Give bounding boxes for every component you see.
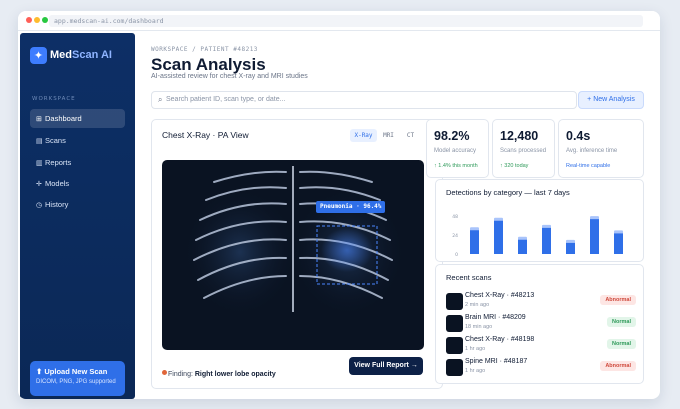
chart-bar[interactable]	[566, 242, 575, 254]
brand-name-part2: Scan AI	[72, 49, 112, 61]
maximize-dot[interactable]	[42, 17, 48, 23]
app-window: app.medscan-ai.com/dashboard ✦ MedScan A…	[18, 11, 660, 399]
chart-bar[interactable]	[542, 227, 551, 254]
nodes-icon: ✛	[36, 181, 42, 188]
browser-titlebar: app.medscan-ai.com/dashboard	[18, 11, 660, 31]
finding-text: Finding: Right lower lobe opacity	[162, 370, 276, 378]
sidebar-item-history[interactable]: ◷ History	[30, 195, 125, 214]
stat-card-scans: 12,480 Scans processed ↑ 320 today	[492, 119, 555, 178]
status-badge: Normal	[607, 339, 636, 349]
sidebar-item-dashboard[interactable]: ⊞ Dashboard	[30, 109, 125, 128]
chart-bar[interactable]	[590, 219, 599, 254]
status-badge: Abnormal	[600, 361, 636, 371]
scan-name: Spine MRI · #48187	[465, 358, 528, 365]
tab-xray[interactable]: X-Ray	[350, 129, 377, 142]
scan-name: Chest X-Ray · #48198	[465, 336, 535, 343]
search-icon: ⌕	[158, 95, 163, 104]
breadcrumb: WORKSPACE / PATIENT #48213	[151, 46, 258, 53]
sidebar-item-label: Reports	[45, 158, 72, 167]
logo-icon: ✦	[30, 47, 47, 64]
search-placeholder: Search patient ID, scan type, or date...	[166, 96, 286, 103]
finding-prefix: Finding:	[168, 371, 193, 378]
list-item[interactable]: Chest X-Ray · #48198 1 hr ago Normal	[446, 336, 636, 355]
page-subtitle: AI-assisted review for chest X-ray and M…	[151, 73, 308, 80]
recent-scans-title: Recent scans	[446, 273, 492, 282]
stat-delta: ↑ 1.4% this month	[434, 163, 478, 169]
stat-card-inference: 0.4s Avg. inference time Real-time capab…	[558, 119, 644, 178]
stat-delta: ↑ 320 today	[500, 163, 529, 169]
tab-mri[interactable]: MRI	[378, 129, 399, 142]
stat-label: Avg. inference time	[566, 148, 618, 154]
scan-name: Chest X-Ray · #48213	[465, 292, 535, 299]
y-tick-label: 24	[452, 233, 458, 239]
brand-name-part1: Med	[50, 49, 72, 61]
chart-bar[interactable]	[494, 220, 503, 254]
stat-value: 98.2%	[434, 129, 470, 143]
view-full-report-button[interactable]: View Full Report →	[349, 357, 423, 375]
stat-label: Scans processed	[500, 148, 547, 154]
detections-chart-card: Detections by category — last 7 days 48 2…	[435, 179, 644, 262]
y-tick-label: 48	[452, 214, 458, 220]
scan-time: 2 min ago	[465, 302, 490, 308]
url-bar[interactable]: app.medscan-ai.com/dashboard	[49, 15, 643, 27]
detection-label: Pneumonia · 96.4%	[316, 201, 386, 213]
sidebar-item-label: Dashboard	[45, 114, 82, 123]
status-badge: Abnormal	[600, 295, 636, 305]
finding-dot-icon	[162, 370, 167, 375]
status-badge: Normal	[607, 317, 636, 327]
document-icon: ▤	[36, 138, 43, 145]
xray-image[interactable]: Pneumonia · 96.4%	[162, 160, 424, 350]
finding-value: Right lower lobe opacity	[194, 371, 276, 378]
recent-scans-card: Recent scans Chest X-Ray · #48213 2 min …	[435, 264, 644, 384]
stat-value: 12,480	[500, 129, 539, 143]
sidebar-item-models[interactable]: ✛ Models	[30, 174, 125, 193]
upload-title: ⬆ Upload New Scan	[36, 367, 108, 376]
list-item[interactable]: Brain MRI · #48209 18 min ago Normal	[446, 314, 636, 333]
scan-thumbnail	[446, 315, 463, 332]
scan-name: Brain MRI · #48209	[465, 314, 526, 321]
page-title: Scan Analysis	[151, 55, 266, 74]
minimize-dot[interactable]	[34, 17, 40, 23]
scan-time: 1 hr ago	[465, 368, 486, 374]
upload-formats: DICOM, PNG, JPG supported	[36, 379, 116, 385]
clock-icon: ◷	[36, 202, 43, 209]
sidebar-item-reports[interactable]: ▥ Reports	[30, 153, 125, 172]
close-dot[interactable]	[26, 17, 32, 23]
sidebar-item-label: History	[45, 200, 69, 209]
xray-illustration	[182, 166, 406, 318]
bar-chart-icon: ▥	[36, 160, 43, 167]
sidebar-item-label: Models	[45, 179, 70, 188]
list-item[interactable]: Chest X-Ray · #48213 2 min ago Abnormal	[446, 292, 636, 311]
new-analysis-button[interactable]: + New Analysis	[578, 91, 644, 109]
scan-thumbnail	[446, 293, 463, 310]
sidebar-item-label: Scans	[45, 136, 66, 145]
workspace-section-label: WORKSPACE	[32, 96, 76, 102]
tab-ct[interactable]: CT	[400, 129, 421, 142]
scan-thumbnail	[446, 359, 463, 376]
scan-time: 1 hr ago	[465, 346, 486, 352]
list-item[interactable]: Spine MRI · #48187 1 hr ago Abnormal	[446, 358, 636, 377]
sidebar: ✦ MedScan AI WORKSPACE ⊞ Dashboard ▤ Scans…	[20, 33, 135, 399]
brand-name: MedScan AI	[50, 49, 112, 61]
scan-viewer-card: Chest X-Ray · PA View X-Ray MRI CT Pneum…	[151, 119, 443, 389]
grid-icon: ⊞	[36, 116, 42, 123]
bar-chart: 48 24 0	[452, 214, 623, 258]
chart-bar[interactable]	[518, 239, 527, 254]
search-input[interactable]: ⌕ Search patient ID, scan type, or date.…	[151, 91, 577, 109]
sidebar-item-scans[interactable]: ▤ Scans	[30, 131, 125, 150]
scan-thumbnail	[446, 337, 463, 354]
y-tick-label: 0	[455, 252, 458, 258]
chart-bar[interactable]	[470, 230, 479, 254]
scan-time: 18 min ago	[465, 324, 493, 330]
stat-card-accuracy: 98.2% Model accuracy ↑ 1.4% this month	[426, 119, 489, 178]
stat-label: Model accuracy	[434, 148, 477, 154]
scan-title: Chest X-Ray · PA View	[162, 130, 249, 140]
stat-value: 0.4s	[566, 129, 591, 143]
chart-bar[interactable]	[614, 233, 623, 254]
stat-delta: Real-time capable	[566, 163, 611, 169]
upload-new-scan-button[interactable]: ⬆ Upload New Scan DICOM, PNG, JPG suppor…	[30, 361, 125, 396]
